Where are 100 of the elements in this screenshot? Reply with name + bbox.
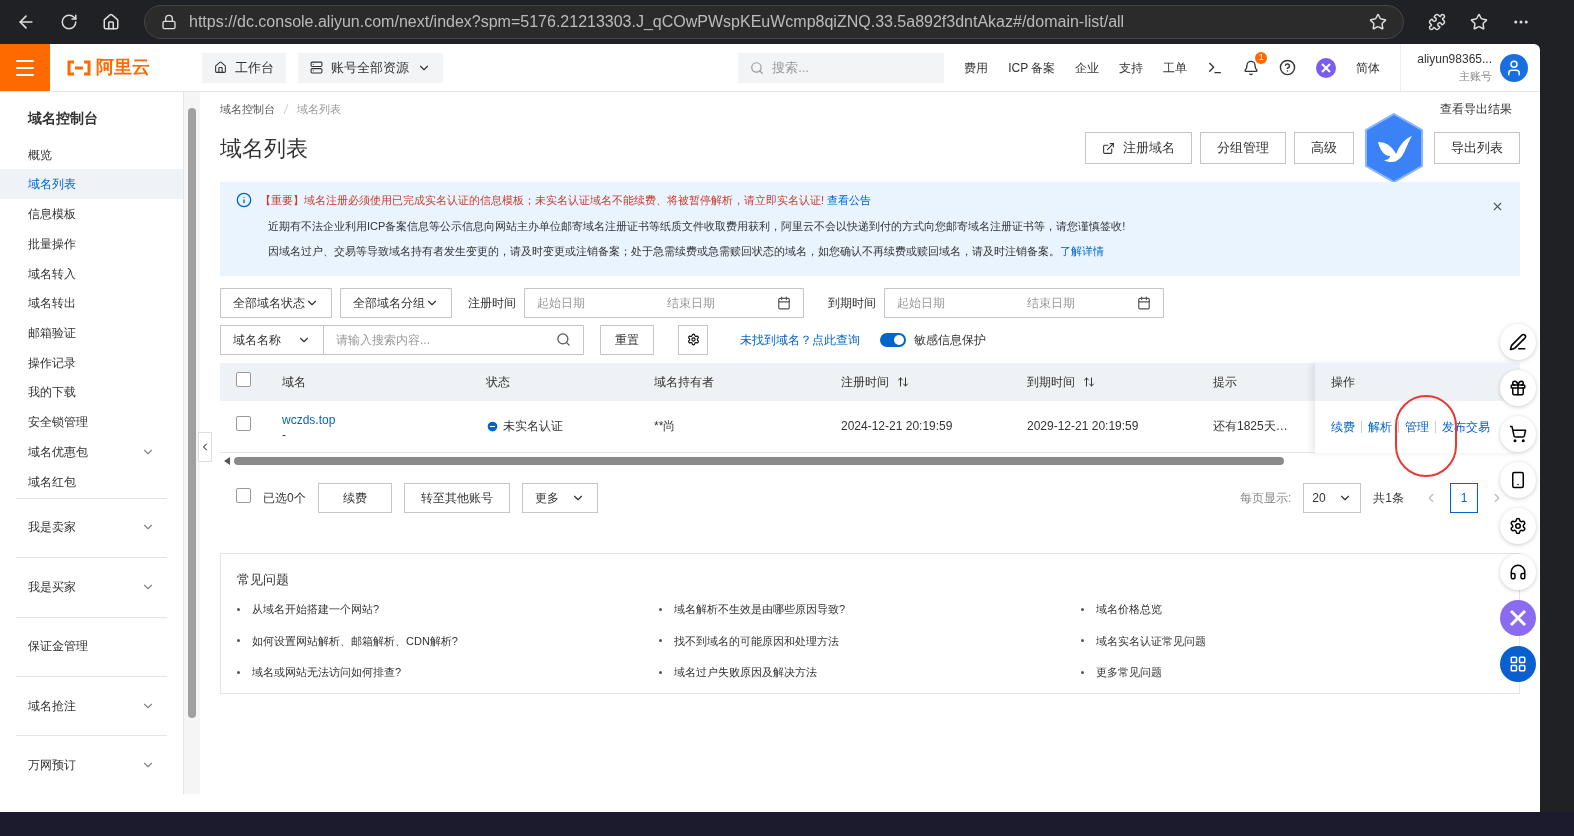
sidebar-section[interactable]: 我是卖家	[16, 518, 167, 537]
headset-icon	[1509, 563, 1527, 581]
sidebar-item[interactable]: 邮箱验证	[0, 318, 183, 348]
calendar-icon	[777, 295, 791, 310]
notification-badge: 1	[1255, 51, 1268, 64]
tool-button[interactable]	[1500, 324, 1536, 360]
header-link[interactable]: 工单	[1163, 58, 1188, 77]
help-icon[interactable]	[1279, 59, 1297, 76]
select[interactable]: 全部域名分组	[340, 287, 452, 318]
close-icon[interactable]	[1491, 200, 1504, 213]
tool-button[interactable]	[1500, 508, 1536, 544]
account-name[interactable]: aliyun98365...	[1417, 50, 1492, 69]
sidebar-item[interactable]: 域名优惠包	[0, 437, 183, 467]
menu-button[interactable]	[0, 44, 50, 91]
sidebar-item[interactable]: 操作记录	[0, 347, 183, 378]
operation-link[interactable]: 解析	[1368, 417, 1392, 436]
faq-link[interactable]: 域名解析不生效是由哪些原因导致?	[674, 601, 846, 618]
not-found-link[interactable]: 未找到域名？点此查询	[740, 330, 860, 349]
grid-icon	[1509, 655, 1527, 673]
tool-button[interactable]	[1500, 370, 1536, 406]
close-circle-icon[interactable]	[1500, 600, 1536, 636]
phone-icon	[1509, 471, 1527, 489]
collapse-sidebar-button[interactable]	[198, 432, 212, 462]
tool-button[interactable]	[1500, 416, 1536, 452]
sidebar-item[interactable]: 域名转出	[0, 288, 183, 319]
page-button[interactable]: 1	[1450, 482, 1478, 513]
logo-icon	[66, 59, 92, 76]
home-icon[interactable]	[102, 13, 120, 31]
language-link[interactable]: 简体	[1356, 58, 1381, 77]
export-results-link[interactable]: 查看导出结果	[1440, 100, 1512, 118]
sidebar-section[interactable]: 域名抢注	[16, 696, 167, 715]
tool-button[interactable]	[1500, 554, 1536, 590]
notice-link[interactable]: 查看公告	[827, 194, 872, 206]
table-cell-text: 2029-12-21 20:19:59	[1027, 418, 1140, 435]
sidebar-item[interactable]: 信息模板	[0, 199, 183, 229]
renew-button[interactable]: 续费	[317, 482, 392, 513]
select[interactable]: 全部域名状态	[220, 287, 332, 318]
faq-link[interactable]: 域名或网站无法访问如何排查?	[252, 664, 402, 681]
reload-icon[interactable]	[60, 13, 78, 31]
favorites-icon[interactable]	[1470, 13, 1488, 31]
apps-button[interactable]	[1500, 646, 1536, 682]
header-link[interactable]: 费用	[964, 58, 989, 77]
resource-select[interactable]: 账号全部资源	[298, 52, 443, 83]
scrollbar-thumb[interactable]	[188, 108, 196, 718]
column-header[interactable]: 到期时间	[1027, 372, 1213, 391]
faq-link[interactable]: 更多常见问题	[1096, 664, 1162, 681]
search-icon	[750, 60, 765, 75]
sidebar-item[interactable]: 域名列表	[0, 169, 183, 200]
more-button[interactable]: 更多	[521, 482, 598, 513]
page-size-select[interactable]: 20	[1303, 482, 1362, 513]
faq-link[interactable]: 找不到域名的可能原因和处理方法	[674, 632, 839, 649]
bell-icon[interactable]	[1243, 59, 1260, 76]
table-cell-text: **尚	[654, 418, 677, 435]
privacy-toggle[interactable]	[880, 332, 906, 347]
header-link[interactable]: 支持	[1119, 58, 1144, 77]
operation-link[interactable]: 续费	[1331, 417, 1355, 436]
filter-label: 到期时间	[828, 294, 876, 312]
header-link[interactable]: 企业	[1075, 58, 1100, 77]
scroll-left-icon[interactable]	[224, 456, 230, 465]
sidebar-item[interactable]: 安全锁管理	[0, 407, 183, 438]
sidebar-item[interactable]: 批量操作	[0, 228, 183, 259]
export-list-button[interactable]: 导出列表	[1434, 132, 1520, 164]
advanced-search-button[interactable]: 高级	[1294, 132, 1354, 164]
extension-icon[interactable]	[1428, 13, 1446, 31]
checkbox[interactable]	[236, 416, 251, 431]
faq-link[interactable]: 如何设置网站解析、邮箱解析、CDN解析?	[252, 632, 458, 649]
operation-link[interactable]: 管理	[1405, 417, 1429, 436]
tool-button[interactable]	[1500, 462, 1536, 498]
transfer-button[interactable]: 转至其他账号	[403, 482, 510, 513]
column-header: 域名	[282, 373, 307, 391]
page-title: 域名列表	[220, 134, 308, 163]
bird-hexagon-icon[interactable]	[1362, 112, 1426, 184]
select[interactable]: 域名名称	[220, 324, 324, 355]
sidebar-section[interactable]: 万网预订	[16, 756, 167, 775]
close-circle-icon[interactable]	[1316, 57, 1337, 78]
checkbox[interactable]	[236, 371, 251, 387]
address-bar[interactable]: https://dc.console.aliyun.com/next/index?spm=5176.21213303.J_qCOwPWspKEuWcmp8qiZNQ.33.5a892f3dntAkaz#/domain-list/all	[144, 5, 1404, 39]
avatar[interactable]	[1500, 53, 1528, 82]
register-domain-button[interactable]: 注册域名	[1085, 132, 1192, 164]
faq-link[interactable]: 从域名开始搭建一个网站?	[252, 601, 380, 618]
star-icon[interactable]	[1369, 13, 1387, 31]
sidebar-item[interactable]: 域名转入	[0, 258, 183, 289]
sidebar-section[interactable]: 保证金管理	[16, 637, 167, 656]
faq-link[interactable]: 域名过户失败原因及解决方法	[674, 664, 817, 681]
faq-link[interactable]: 域名实名认证常见问题	[1096, 632, 1206, 649]
settings-button[interactable]	[678, 324, 708, 355]
sidebar-item[interactable]: 概览	[0, 139, 183, 170]
faq-link[interactable]: 域名价格总览	[1096, 601, 1162, 618]
header-link[interactable]: ICP 备案	[1008, 58, 1056, 77]
sidebar-section[interactable]: 我是买家	[16, 577, 167, 596]
domain-link[interactable]: wczds.top	[282, 411, 486, 429]
checkbox[interactable]	[236, 487, 251, 503]
group-manage-button[interactable]: 分组管理	[1200, 132, 1286, 164]
breadcrumb-item[interactable]: 域名控制台	[220, 100, 275, 118]
column-header[interactable]: 注册时间	[841, 372, 1027, 391]
sidebar-item[interactable]: 域名红包	[0, 466, 183, 497]
reset-button[interactable]: 重置	[600, 324, 654, 355]
workbench-button[interactable]: 工作台	[202, 52, 286, 83]
sidebar-item[interactable]: 我的下载	[0, 377, 183, 408]
notice-link[interactable]: 了解详情	[1060, 245, 1104, 257]
